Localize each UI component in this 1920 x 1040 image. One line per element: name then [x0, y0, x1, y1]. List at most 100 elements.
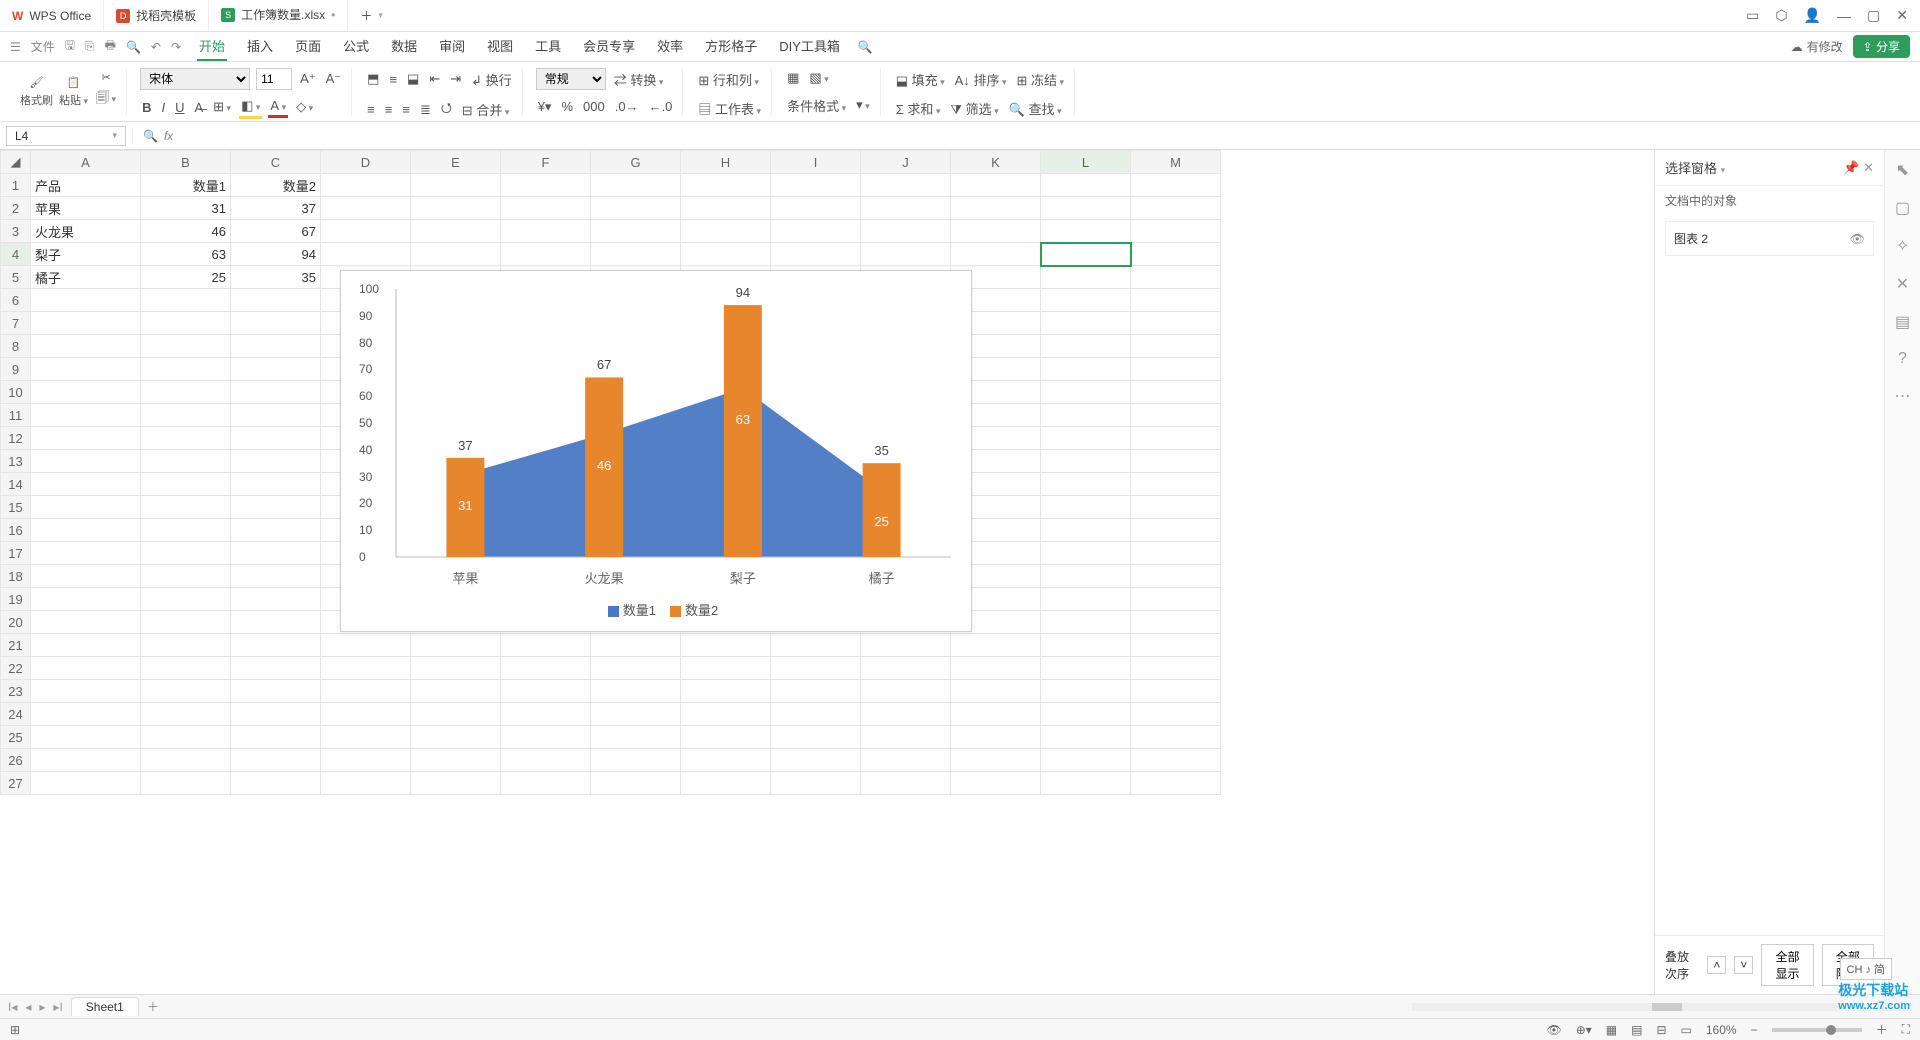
cell-C11[interactable] — [231, 404, 321, 427]
cell-L27[interactable] — [1041, 772, 1131, 795]
cell-D4[interactable] — [321, 243, 411, 266]
cell-K2[interactable] — [951, 197, 1041, 220]
sheet-tab[interactable]: Sheet1 — [71, 997, 139, 1016]
cell-F1[interactable] — [501, 174, 591, 197]
preview-icon[interactable]: 🔍 — [126, 40, 141, 54]
cell-B22[interactable] — [141, 657, 231, 680]
row-header-2[interactable]: 2 — [1, 197, 31, 220]
cell-B11[interactable] — [141, 404, 231, 427]
cell-B24[interactable] — [141, 703, 231, 726]
pin-icon[interactable]: 📌 — [1843, 160, 1859, 175]
shrink-font-icon[interactable]: A⁻ — [324, 69, 344, 89]
sum-button[interactable]: Σ 求和 — [894, 97, 943, 120]
cell-M20[interactable] — [1131, 611, 1221, 634]
zoom-in-icon[interactable]: ＋ — [1876, 1021, 1888, 1038]
sheet-nav-last[interactable]: ▸I — [53, 1000, 62, 1014]
cell-E3[interactable] — [411, 220, 501, 243]
cell-M24[interactable] — [1131, 703, 1221, 726]
cell-L15[interactable] — [1041, 496, 1131, 519]
spreadsheet-grid[interactable]: ◢ABCDEFGHIJKLM1产品数量1数量22苹果31373火龙果46674梨… — [0, 150, 1654, 994]
cell-A11[interactable] — [31, 404, 141, 427]
cell-J21[interactable] — [861, 634, 951, 657]
cell-G23[interactable] — [591, 680, 681, 703]
cell-J4[interactable] — [861, 243, 951, 266]
cell-M1[interactable] — [1131, 174, 1221, 197]
cell-A12[interactable] — [31, 427, 141, 450]
cell-C12[interactable] — [231, 427, 321, 450]
cell-E1[interactable] — [411, 174, 501, 197]
cell-C23[interactable] — [231, 680, 321, 703]
cell-C15[interactable] — [231, 496, 321, 519]
cell-L19[interactable] — [1041, 588, 1131, 611]
cell-H2[interactable] — [681, 197, 771, 220]
align-left-icon[interactable]: ≡ — [365, 100, 377, 119]
col-header-A[interactable]: A — [31, 151, 141, 174]
dec-decimal-icon[interactable]: ←.0 — [647, 97, 675, 116]
cut-icon[interactable]: ✂ — [101, 71, 110, 84]
cell-J23[interactable] — [861, 680, 951, 703]
rowcol-button[interactable]: ⊞ 行和列 — [696, 68, 761, 91]
cell-M3[interactable] — [1131, 220, 1221, 243]
cell-A9[interactable] — [31, 358, 141, 381]
cell-M10[interactable] — [1131, 381, 1221, 404]
percent-icon[interactable]: % — [559, 97, 575, 116]
cell-A5[interactable]: 橘子 — [31, 266, 141, 289]
panel-icon-4[interactable]: ▤ — [1895, 312, 1910, 332]
cell-I1[interactable] — [771, 174, 861, 197]
view-normal-icon[interactable]: ▦ — [1606, 1023, 1617, 1037]
row-header-21[interactable]: 21 — [1, 634, 31, 657]
cell-A3[interactable]: 火龙果 — [31, 220, 141, 243]
cell-K26[interactable] — [951, 749, 1041, 772]
cell-M6[interactable] — [1131, 289, 1221, 312]
cell-L13[interactable] — [1041, 450, 1131, 473]
cell-E23[interactable] — [411, 680, 501, 703]
cell-M5[interactable] — [1131, 266, 1221, 289]
align-mid-icon[interactable]: ≡ — [387, 70, 399, 89]
cell-B16[interactable] — [141, 519, 231, 542]
cell-L7[interactable] — [1041, 312, 1131, 335]
cell-A22[interactable] — [31, 657, 141, 680]
cell-H1[interactable] — [681, 174, 771, 197]
menu-会员专享[interactable]: 会员专享 — [581, 32, 637, 61]
clipboard-dd[interactable]: 🗐 — [94, 87, 118, 113]
cell-I2[interactable] — [771, 197, 861, 220]
underline-button[interactable]: U — [173, 98, 186, 117]
cell-J1[interactable] — [861, 174, 951, 197]
cell-K4[interactable] — [951, 243, 1041, 266]
cell-I21[interactable] — [771, 634, 861, 657]
cell-A20[interactable] — [31, 611, 141, 634]
ime-indicator[interactable]: CH ♪ 简 — [1840, 958, 1893, 980]
cell-M13[interactable] — [1131, 450, 1221, 473]
cell-D2[interactable] — [321, 197, 411, 220]
row-header-11[interactable]: 11 — [1, 404, 31, 427]
paste-icon[interactable]: 📋 — [67, 76, 81, 89]
border-button[interactable]: ⊞ — [211, 97, 233, 117]
hamburger-icon[interactable]: ☰ — [10, 40, 21, 54]
cell-M8[interactable] — [1131, 335, 1221, 358]
cell-F3[interactable] — [501, 220, 591, 243]
cell-M15[interactable] — [1131, 496, 1221, 519]
table-fmt-icon[interactable]: ▦ — [785, 68, 801, 88]
cell-L23[interactable] — [1041, 680, 1131, 703]
cell-A4[interactable]: 梨子 — [31, 243, 141, 266]
fill-button[interactable]: ⬓ 填充 — [894, 68, 947, 91]
cell-L2[interactable] — [1041, 197, 1131, 220]
row-header-26[interactable]: 26 — [1, 749, 31, 772]
share-button[interactable]: ⇪ 分享 — [1853, 35, 1910, 58]
cell-C14[interactable] — [231, 473, 321, 496]
cell-M14[interactable] — [1131, 473, 1221, 496]
styles-dd[interactable]: ▾ — [854, 95, 872, 115]
cell-A1[interactable]: 产品 — [31, 174, 141, 197]
row-header-18[interactable]: 18 — [1, 565, 31, 588]
undo-icon[interactable]: ↶ — [151, 40, 161, 54]
menu-开始[interactable]: 开始 — [197, 32, 227, 61]
name-box[interactable]: L4▾ — [6, 126, 126, 146]
minimize-icon[interactable]: — — [1837, 8, 1851, 24]
row-header-17[interactable]: 17 — [1, 542, 31, 565]
cell-L24[interactable] — [1041, 703, 1131, 726]
row-header-20[interactable]: 20 — [1, 611, 31, 634]
cell-G27[interactable] — [591, 772, 681, 795]
cell-L17[interactable] — [1041, 542, 1131, 565]
merge-button[interactable]: ⊟ 合并 — [460, 98, 512, 121]
more-icon[interactable]: ⋯ — [1895, 386, 1911, 406]
